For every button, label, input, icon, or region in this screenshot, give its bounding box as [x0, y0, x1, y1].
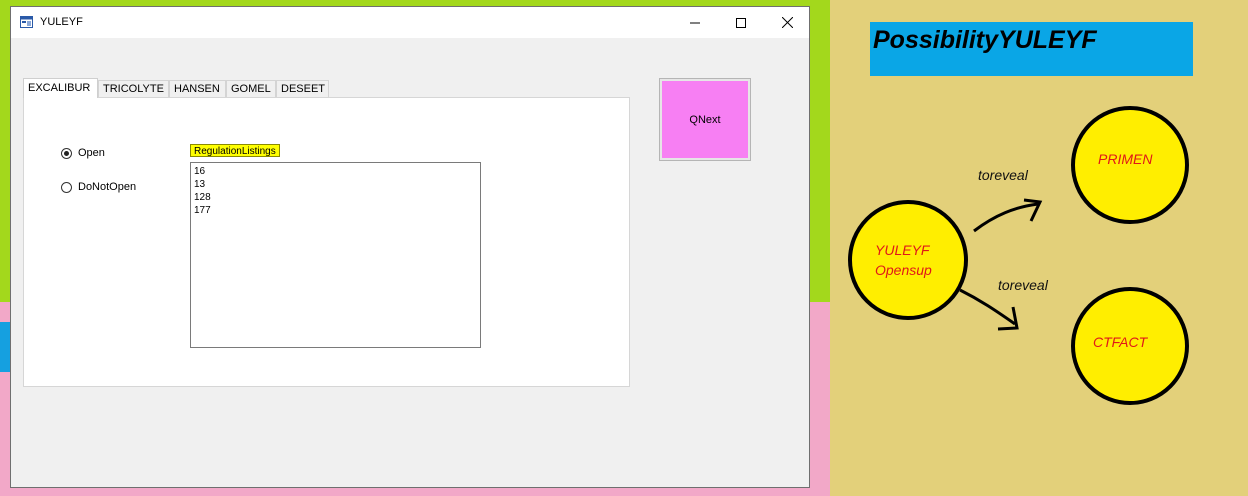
tab-label: HANSEN	[174, 83, 220, 95]
qnext-button-frame: QNext	[659, 78, 751, 161]
arrow-top-head	[1023, 198, 1043, 222]
list-item[interactable]: 128	[194, 191, 477, 204]
window-title: YULEYF	[40, 16, 83, 28]
minimize-button[interactable]	[672, 7, 718, 38]
radio-open-label: Open	[78, 147, 105, 159]
title-bar[interactable]: YULEYF	[11, 7, 809, 38]
tab-label: DESEET	[281, 83, 326, 95]
source-node-circle	[848, 200, 968, 320]
arrow-bottom-edge	[959, 288, 1016, 326]
radio-donotopen-label: DoNotOpen	[78, 181, 137, 193]
radio-open[interactable]: Open	[61, 147, 105, 159]
regulation-listings-label: RegulationListings	[190, 144, 280, 157]
ctfact-node-label: CTFACT	[1093, 334, 1148, 350]
tab-label: TRICOLYTE	[103, 83, 164, 95]
radio-donotopen-indicator[interactable]	[61, 181, 72, 193]
tab-deseet[interactable]: DESEET	[276, 80, 329, 97]
radio-donotopen[interactable]: DoNotOpen	[61, 181, 136, 193]
list-item[interactable]: 177	[194, 204, 477, 217]
tab-panel-excalibur: Open DoNotOpen RegulationListings 16 13 …	[23, 97, 630, 387]
tab-label: GOMEL	[231, 83, 271, 95]
maximize-icon	[736, 17, 746, 28]
maximize-button[interactable]	[718, 7, 764, 38]
edge-label-bottom: toreveal	[998, 277, 1048, 293]
app-window: YULEYF EXCALIBUR TRICOLYTE HANSEN GOMEL …	[10, 6, 810, 488]
arrow-top-edge	[973, 202, 1039, 233]
close-button[interactable]	[764, 7, 810, 38]
regulation-listbox[interactable]: 16 13 128 177	[190, 162, 481, 348]
qnext-button[interactable]: QNext	[662, 81, 748, 158]
minimize-icon	[690, 22, 700, 23]
tab-excalibur[interactable]: EXCALIBUR	[23, 78, 98, 98]
list-item[interactable]: 16	[194, 165, 477, 178]
radio-open-indicator[interactable]	[61, 147, 72, 159]
primen-node-label: PRIMEN	[1098, 151, 1153, 167]
tab-hansen[interactable]: HANSEN	[169, 80, 226, 97]
source-node-label-line2: Opensup	[875, 262, 932, 278]
app-form-icon	[20, 16, 33, 28]
tab-gomel[interactable]: GOMEL	[226, 80, 276, 97]
tab-tricolyte[interactable]: TRICOLYTE	[98, 80, 169, 97]
close-icon	[781, 17, 793, 28]
tab-label: EXCALIBUR	[28, 82, 91, 94]
source-node-label-line1: YULEYF	[875, 242, 930, 258]
edge-label-top: toreveal	[978, 167, 1028, 183]
list-item[interactable]: 13	[194, 178, 477, 191]
